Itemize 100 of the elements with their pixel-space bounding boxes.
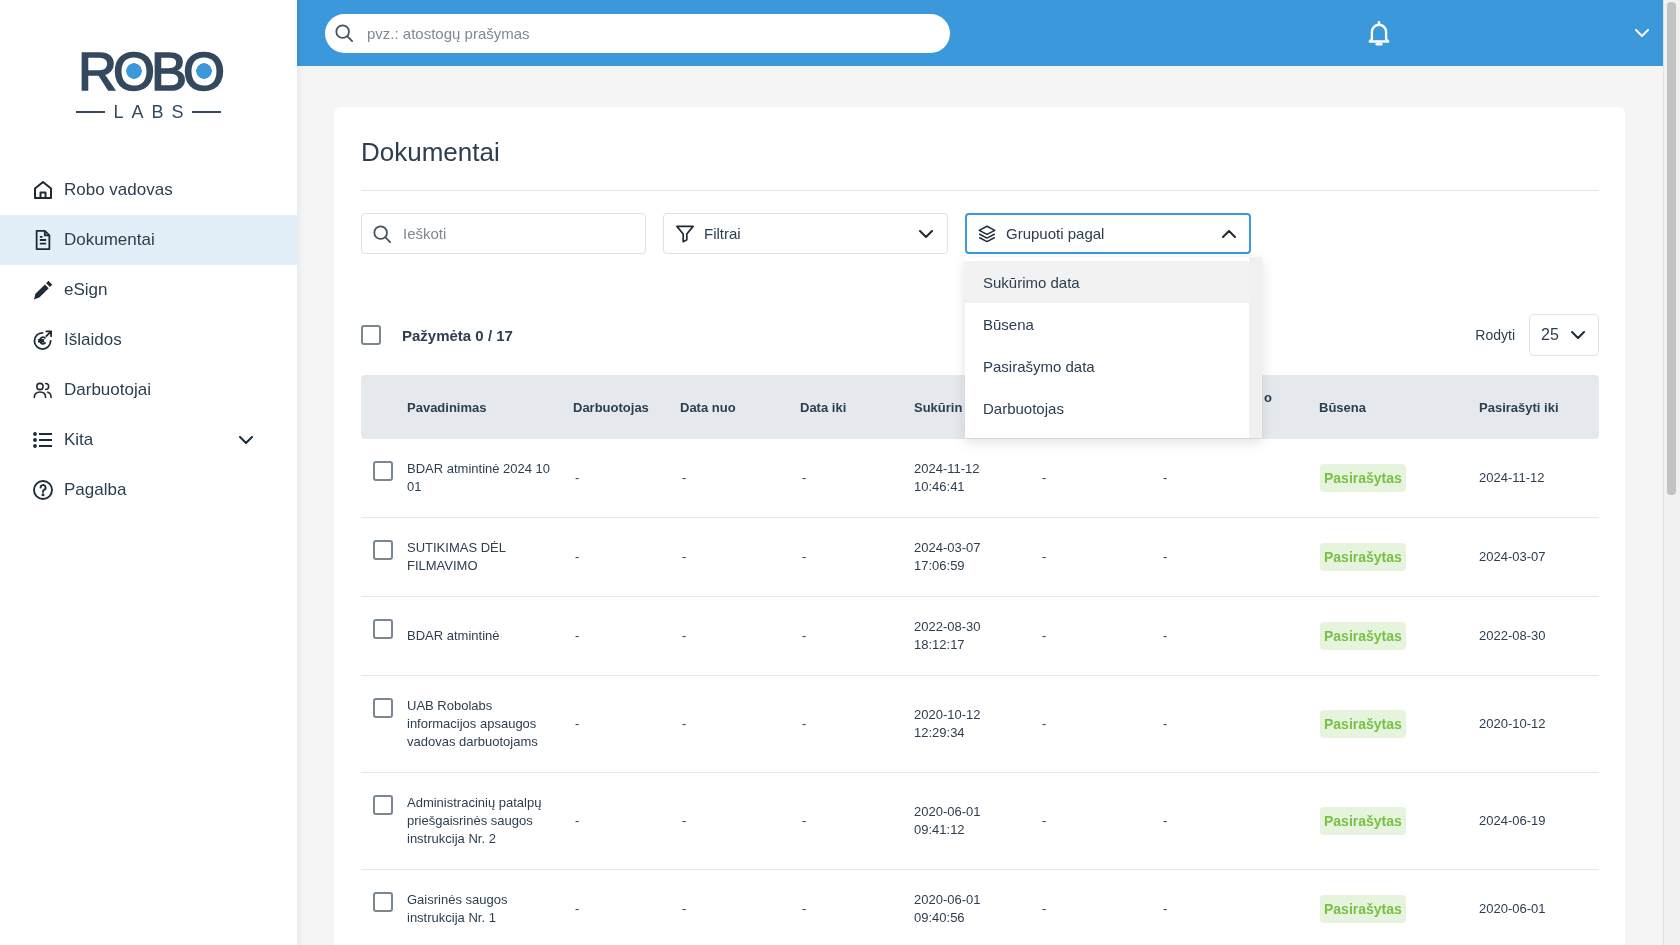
table-cell-text: - bbox=[1041, 900, 1047, 918]
table-cell-text: BDAR atmintinė 2024 10 01 bbox=[407, 460, 552, 496]
search-icon bbox=[335, 24, 353, 42]
table-cell: 2022-08-30 bbox=[1479, 627, 1546, 645]
status-badge: Pasirašytas bbox=[1320, 543, 1406, 571]
table-cell-text: - bbox=[1041, 469, 1047, 487]
dropdown-option[interactable]: Darbuotojas bbox=[965, 387, 1249, 429]
row-checkbox[interactable] bbox=[373, 892, 393, 912]
table-cell-text: - bbox=[801, 812, 807, 830]
table-cell-text: - bbox=[1162, 715, 1168, 733]
sidebar-item[interactable]: Pagalba bbox=[0, 465, 297, 515]
column-header[interactable]: Pasirašyti iki bbox=[1479, 399, 1559, 415]
dropdown-option[interactable]: Pasirašymo data bbox=[965, 345, 1249, 387]
sidebar-item[interactable]: Išlaidos bbox=[0, 315, 297, 365]
group-by-dropdown[interactable]: Grupuoti pagal bbox=[965, 213, 1251, 254]
table-cell-text: 2022-08-30 18:12:17 bbox=[914, 618, 982, 654]
row-checkbox[interactable] bbox=[373, 540, 393, 560]
dropdown-option[interactable]: Būsena bbox=[965, 303, 1249, 345]
table-cell-text: 2020-06-01 09:40:56 bbox=[914, 891, 982, 927]
column-header[interactable]: Darbuotojas bbox=[573, 399, 649, 415]
search-field[interactable]: Ieškoti bbox=[361, 213, 646, 254]
table-cell-text: - bbox=[681, 627, 687, 645]
status-badge: Pasirašytas bbox=[1320, 710, 1406, 738]
search-field[interactable]: pvz.: atostogų prašymas bbox=[325, 13, 950, 53]
column-header[interactable]: Data nuo bbox=[680, 399, 736, 415]
status-badge: Pasirašytas bbox=[1320, 895, 1406, 923]
table-cell-text: - bbox=[1162, 812, 1168, 830]
table-cell-text: - bbox=[681, 812, 687, 830]
column-header[interactable]: Data iki bbox=[800, 399, 847, 415]
table-cell: 2020-10-12 bbox=[1479, 715, 1546, 733]
dropdown-option[interactable]: Sukūrimo data bbox=[965, 261, 1249, 303]
chevron-icon[interactable] bbox=[1635, 29, 1649, 37]
bell-icon[interactable] bbox=[1368, 20, 1390, 46]
table-cell-text: - bbox=[574, 627, 580, 645]
table-cell-text: - bbox=[574, 548, 580, 566]
row-checkbox[interactable] bbox=[373, 619, 393, 639]
table-cell: 2024-03-07 bbox=[1479, 548, 1546, 566]
table-cell-text: - bbox=[681, 469, 687, 487]
funnel-icon bbox=[676, 224, 694, 243]
table-cell-text: 2024-11-12 10:46:41 bbox=[914, 460, 981, 496]
column-header[interactable]: Pavadinimas bbox=[407, 399, 487, 415]
table-cell-text: - bbox=[1162, 627, 1168, 645]
row-checkbox[interactable] bbox=[373, 461, 393, 481]
row-checkbox[interactable] bbox=[373, 698, 393, 718]
list-icon bbox=[33, 430, 53, 450]
status-badge: Pasirašytas bbox=[1320, 807, 1406, 835]
table-cell-text: - bbox=[574, 812, 580, 830]
table-cell-text: - bbox=[1162, 900, 1168, 918]
table-cell: 2024-11-12 bbox=[1479, 469, 1545, 487]
sidebar-item[interactable]: Kita bbox=[0, 415, 297, 465]
table-cell-text: - bbox=[1162, 469, 1168, 487]
table-cell-text: - bbox=[801, 715, 807, 733]
table-cell: BDAR atmintinė bbox=[407, 627, 500, 645]
filter-dropdown[interactable]: Filtrai bbox=[663, 213, 948, 254]
column-header[interactable]: Sukūrin bbox=[914, 399, 963, 415]
table-cell-text: - bbox=[801, 627, 807, 645]
table-cell-text: - bbox=[801, 900, 807, 918]
table-cell-text: - bbox=[574, 900, 580, 918]
table-cell-text: 2020-10-12 12:29:34 bbox=[914, 706, 982, 742]
column-header[interactable]: o bbox=[1264, 390, 1272, 405]
table-cell: 2024-06-19 bbox=[1479, 812, 1546, 830]
chevron-up-icon bbox=[1222, 229, 1236, 238]
row-checkbox[interactable] bbox=[373, 795, 393, 815]
logo-tagline: LABS bbox=[76, 102, 221, 122]
page-size-select[interactable]: 25 bbox=[1529, 314, 1599, 356]
sidebar-item[interactable]: eSign bbox=[0, 265, 297, 315]
document-icon bbox=[33, 230, 53, 250]
page-title: Dokumentai bbox=[361, 135, 1599, 191]
question-circle-icon bbox=[33, 480, 53, 500]
table-cell-text: - bbox=[574, 469, 580, 487]
users-icon bbox=[33, 380, 53, 400]
table-cell-text: - bbox=[1041, 548, 1047, 566]
sidebar-item[interactable]: Robo vadovas bbox=[0, 165, 297, 215]
page-size-label: Rodyti bbox=[1475, 327, 1515, 343]
table-cell-text: - bbox=[801, 469, 807, 487]
scrollbar-thumb[interactable] bbox=[1667, 2, 1676, 495]
table-cell-text: - bbox=[1041, 812, 1047, 830]
table-cell-text: Administracinių patalpų priešgaisrinės saugos instrukcija Nr. 2 bbox=[407, 794, 543, 848]
pen-icon bbox=[33, 280, 53, 300]
chevron-down-icon bbox=[1570, 331, 1585, 339]
status-badge: Pasirašytas bbox=[1320, 464, 1406, 492]
column-header[interactable]: Būsena bbox=[1319, 399, 1366, 415]
table-cell-text: SUTIKIMAS DĖL FILMAVIMO bbox=[407, 539, 507, 575]
table-cell-text: - bbox=[681, 900, 687, 918]
sidebar-item[interactable]: Darbuotojai bbox=[0, 365, 297, 415]
chevron-down-icon bbox=[919, 229, 933, 238]
table-cell-text: - bbox=[681, 715, 687, 733]
search-icon bbox=[373, 224, 391, 243]
euro-circle-icon bbox=[33, 330, 53, 350]
table-cell-text: - bbox=[801, 548, 807, 566]
table-cell-text: UAB Robolabs informacijos apsaugos vadovas darbuotojams bbox=[407, 697, 539, 751]
table-cell-text: Gaisrinės saugos instrukcija Nr. 1 bbox=[407, 891, 509, 927]
table-cell-text: - bbox=[1041, 715, 1047, 733]
table-cell-text: - bbox=[681, 548, 687, 566]
select-all-checkbox[interactable] bbox=[361, 325, 381, 345]
table-cell: 2020-06-01 bbox=[1479, 900, 1546, 918]
status-badge: Pasirašytas bbox=[1320, 622, 1406, 650]
table-cell-text: - bbox=[1162, 548, 1168, 566]
layers-icon bbox=[978, 224, 996, 243]
sidebar-item[interactable]: Dokumentai bbox=[0, 215, 297, 265]
